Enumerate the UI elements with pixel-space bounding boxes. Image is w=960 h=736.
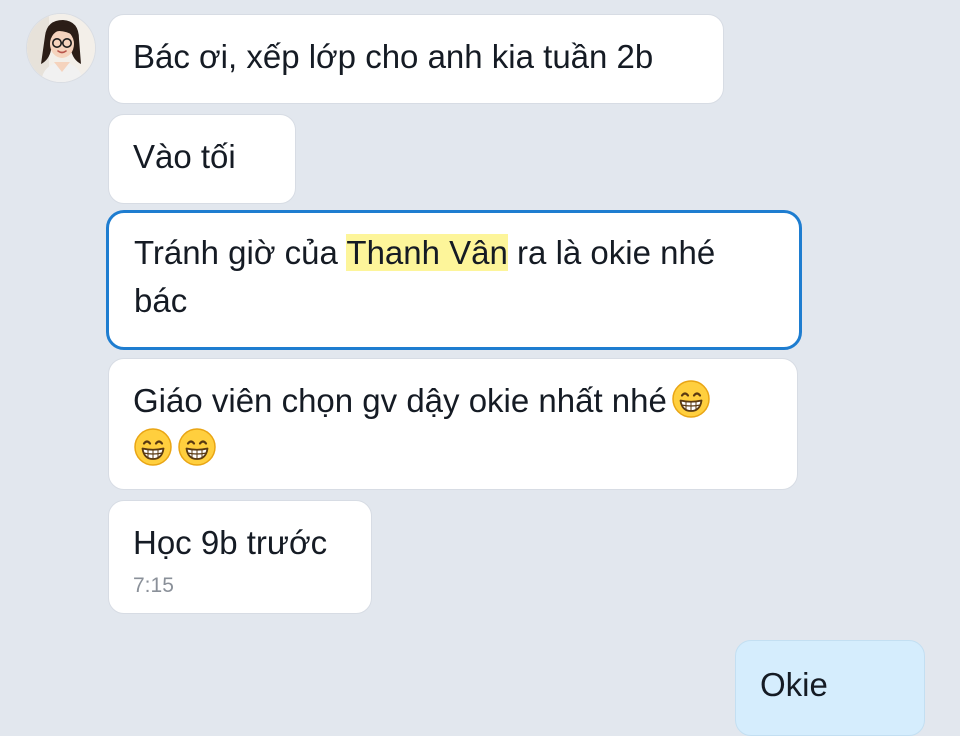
message-text: Bác ơi, xếp lớp cho anh kia tuần 2b [133, 38, 654, 75]
message-bubble[interactable]: Giáo viên chọn gv dậy okie nhất nhé [108, 358, 798, 490]
woman-with-glasses-avatar-icon[interactable] [27, 14, 95, 82]
message-text-part: Giáo viên chọn gv dậy okie nhất nhé [133, 382, 667, 419]
selected-message-bubble[interactable]: Tránh giờ của Thanh Vân ra là okie nhé b… [106, 210, 802, 350]
message-text: Vào tối [133, 138, 236, 175]
grinning-face-with-smiling-eyes-icon [133, 427, 173, 467]
highlighted-name: Thanh Vân [346, 234, 508, 271]
message-text-part: Tránh giờ của [134, 234, 347, 271]
avatar-image [27, 14, 95, 82]
message-bubble[interactable]: Bác ơi, xếp lớp cho anh kia tuần 2b [108, 14, 724, 104]
emoji-row [133, 425, 773, 473]
message-bubble[interactable]: Học 9b trước 7:15 [108, 500, 372, 614]
grinning-face-with-smiling-eyes-icon [671, 379, 711, 419]
message-text: Học 9b trước [133, 524, 328, 561]
message-text: Okie [760, 666, 828, 703]
message-timestamp: 7:15 [133, 574, 174, 597]
outgoing-message-bubble[interactable]: Okie [735, 640, 925, 736]
chat-thread: Bác ơi, xếp lớp cho anh kia tuần 2b Vào … [0, 0, 960, 736]
message-bubble[interactable]: Vào tối [108, 114, 296, 204]
grinning-face-with-smiling-eyes-icon [177, 427, 217, 467]
message-text: Giáo viên chọn gv dậy okie nhất nhé [133, 377, 773, 425]
message-text: Tránh giờ của Thanh Vân ra là okie nhé b… [134, 229, 775, 325]
